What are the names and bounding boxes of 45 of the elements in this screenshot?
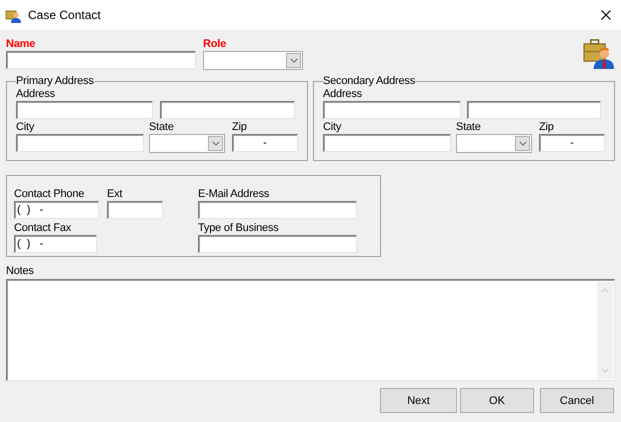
address-field[interactable] bbox=[323, 101, 461, 119]
field-label: Address bbox=[323, 88, 362, 100]
field-label: Name bbox=[6, 38, 36, 50]
chevron-down-icon bbox=[518, 141, 526, 146]
group-title: Secondary Address bbox=[323, 75, 415, 88]
state-dropdown[interactable] bbox=[149, 134, 225, 153]
address-field[interactable] bbox=[16, 101, 153, 119]
name-field[interactable] bbox=[6, 51, 196, 69]
state-dropdown[interactable] bbox=[456, 134, 532, 153]
chevron-down-icon bbox=[290, 58, 298, 63]
briefcase-person-icon bbox=[583, 38, 614, 69]
field-label: State bbox=[456, 121, 481, 133]
field-label: Contact Phone bbox=[14, 188, 84, 200]
address-field[interactable] bbox=[467, 101, 601, 119]
field-label: Role bbox=[203, 38, 226, 50]
dialog-button[interactable]: OK bbox=[460, 388, 534, 413]
field-label: E-Mail Address bbox=[198, 188, 270, 200]
field-label: Notes bbox=[6, 265, 34, 278]
city-field[interactable] bbox=[323, 134, 451, 152]
zip-field[interactable]: - bbox=[232, 134, 298, 152]
address-field[interactable] bbox=[160, 101, 295, 119]
field-label: Zip bbox=[539, 121, 554, 133]
business-field[interactable] bbox=[198, 235, 357, 253]
window-title: Case Contact bbox=[28, 8, 101, 22]
field-label: Ext bbox=[107, 188, 122, 200]
fax-field[interactable]: ( ) - bbox=[14, 235, 97, 253]
role-dropdown[interactable] bbox=[203, 51, 303, 70]
field-label: Type of Business bbox=[198, 222, 279, 234]
field-label: Address bbox=[16, 88, 55, 100]
field-label: City bbox=[16, 121, 34, 133]
field-label: Zip bbox=[232, 121, 247, 133]
field-label: Contact Fax bbox=[14, 222, 72, 234]
email-field[interactable] bbox=[198, 201, 357, 219]
dialog-button[interactable]: Cancel bbox=[540, 388, 614, 413]
city-field[interactable] bbox=[16, 134, 144, 152]
field-label: City bbox=[323, 121, 342, 133]
notes-field[interactable] bbox=[6, 279, 615, 381]
group-title: Primary Address bbox=[16, 75, 94, 88]
dialog-button[interactable]: Next bbox=[380, 388, 457, 413]
chevron-down-icon bbox=[212, 141, 220, 146]
phone-field[interactable]: ( ) - bbox=[14, 201, 99, 219]
field-label: State bbox=[149, 121, 174, 133]
ext-field[interactable] bbox=[107, 201, 163, 219]
zip-field[interactable]: - bbox=[539, 134, 605, 152]
close-icon[interactable] bbox=[601, 10, 611, 20]
